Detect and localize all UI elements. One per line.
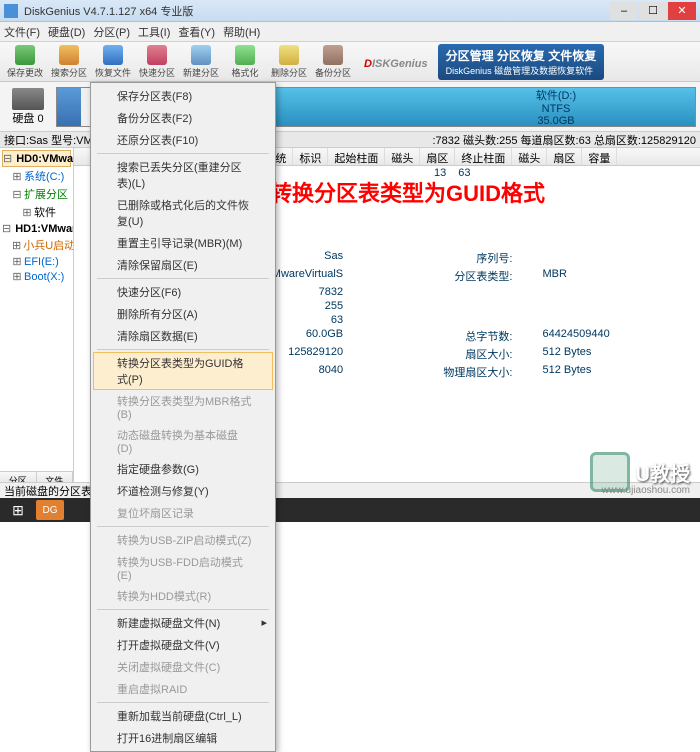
newpart-icon [191, 45, 211, 65]
menu-disk[interactable]: 硬盘(D) [48, 24, 85, 40]
tree-item[interactable]: ⊞Boot(X:) [2, 269, 71, 284]
sidebar: ⊟HD0:VMware, ⊞系统(C:) ⊟扩展分区 ⊞软件 ⊟HD1:VMwa… [0, 148, 74, 488]
menu-item[interactable]: 清除扇区数据(E) [93, 325, 273, 347]
context-menu: 保存分区表(F8)备份分区表(F2)还原分区表(F10) 搜索已丢失分区(重建分区… [90, 82, 276, 752]
watermark: U教授 [590, 452, 690, 492]
menu-item[interactable]: 新建虚拟硬盘文件(N)▸ [93, 612, 273, 634]
menu-partition[interactable]: 分区(P) [93, 24, 130, 40]
backup-icon [323, 45, 343, 65]
menu-item[interactable]: 重新加载当前硬盘(Ctrl_L) [93, 705, 273, 727]
new-partition-button[interactable]: 新建分区 [180, 44, 222, 80]
menu-item[interactable]: 打开虚拟硬盘文件(V) [93, 634, 273, 656]
partition-block-1[interactable] [57, 88, 81, 126]
menu-item: 转换为HDD模式(R) [93, 585, 273, 607]
start-button[interactable]: ⊞ [4, 500, 32, 520]
tree-hd0[interactable]: ⊟HD0:VMware, [2, 150, 71, 167]
tree-item[interactable]: ⊞小兵U启动 [2, 236, 71, 254]
menubar: 文件(F) 硬盘(D) 分区(P) 工具(I) 查看(Y) 帮助(H) [0, 22, 700, 42]
partition-block-3[interactable]: 软件(D:) NTFS 35.0GB [417, 88, 695, 126]
promo-banner: 分区管理 分区恢复 文件恢复 DiskGenius 磁盘管理及数据恢复软件 [438, 44, 605, 80]
search-partition-button[interactable]: 搜索分区 [48, 44, 90, 80]
recover-icon [103, 45, 123, 65]
menu-item[interactable]: 快速分区(F6) [93, 281, 273, 303]
menu-tools[interactable]: 工具(I) [138, 24, 170, 40]
titlebar: DiskGenius V4.7.1.127 x64 专业版 – ☐ ✕ [0, 0, 700, 22]
menu-item[interactable]: 搜索已丢失分区(重建分区表)(L) [93, 156, 273, 194]
menu-item: 复位坏扇区记录 [93, 502, 273, 524]
menu-file[interactable]: 文件(F) [4, 24, 40, 40]
menu-item[interactable]: 清除保留扇区(E) [93, 254, 273, 276]
tree-item[interactable]: ⊞软件 [2, 203, 71, 221]
quickpart-icon [147, 45, 167, 65]
tree-item[interactable]: ⊟扩展分区 [2, 185, 71, 203]
disk-tree: ⊟HD0:VMware, ⊞系统(C:) ⊟扩展分区 ⊞软件 ⊟HD1:VMwa… [0, 148, 73, 471]
menu-item: 转换分区表类型为MBR格式(B) [93, 390, 273, 424]
menu-item: 转换为USB-ZIP启动模式(Z) [93, 529, 273, 551]
window-buttons: – ☐ ✕ [610, 2, 696, 20]
menu-item[interactable]: 备份分区表(F2) [93, 107, 273, 129]
window-title: DiskGenius V4.7.1.127 x64 专业版 [24, 3, 610, 19]
maximize-button[interactable]: ☐ [639, 2, 667, 20]
backup-partition-button[interactable]: 备份分区 [312, 44, 354, 80]
format-button[interactable]: 格式化 [224, 44, 266, 80]
disk-icon-column[interactable]: 硬盘 0 [4, 88, 52, 126]
app-icon [4, 4, 18, 18]
logo-area: DISKGenius 分区管理 分区恢复 文件恢复 DiskGenius 磁盘管… [356, 44, 696, 80]
tree-hd1[interactable]: ⊟HD1:VMware, V [2, 221, 71, 236]
quick-partition-button[interactable]: 快速分区 [136, 44, 178, 80]
watermark-icon [590, 452, 630, 492]
format-icon [235, 45, 255, 65]
search-icon [59, 45, 79, 65]
menu-item[interactable]: 删除所有分区(A) [93, 303, 273, 325]
menu-item[interactable]: 重置主引导记录(MBR)(M) [93, 232, 273, 254]
taskbar-app-diskgenius[interactable]: DG [36, 500, 64, 520]
menu-help[interactable]: 帮助(H) [223, 24, 260, 40]
disk-icon [12, 88, 44, 110]
menu-item[interactable]: 还原分区表(F10) [93, 129, 273, 151]
save-icon [15, 45, 35, 65]
menu-view[interactable]: 查看(Y) [178, 24, 215, 40]
menu-item: 动态磁盘转换为基本磁盘(D) [93, 424, 273, 458]
menu-item: 重启虚拟RAID [93, 678, 273, 700]
menu-item[interactable]: 打开16进制扇区编辑 [93, 727, 273, 749]
menu-item[interactable]: 转换分区表类型为GUID格式(P) [93, 352, 273, 390]
menu-item: 转换为USB-FDD启动模式(E) [93, 551, 273, 585]
delete-icon [279, 45, 299, 65]
delete-partition-button[interactable]: 删除分区 [268, 44, 310, 80]
menu-item[interactable]: 指定硬盘参数(G) [93, 458, 273, 480]
tree-item[interactable]: ⊞系统(C:) [2, 167, 71, 185]
menu-item: 关闭虚拟硬盘文件(C) [93, 656, 273, 678]
menu-item[interactable]: 已删除或格式化后的文件恢复(U) [93, 194, 273, 232]
tree-item[interactable]: ⊞EFI(E:) [2, 254, 71, 269]
logo: DISKGenius [364, 51, 428, 72]
recover-files-button[interactable]: 恢复文件 [92, 44, 134, 80]
save-button[interactable]: 保存更改 [4, 44, 46, 80]
close-button[interactable]: ✕ [668, 2, 696, 20]
menu-item[interactable]: 坏道检测与修复(Y) [93, 480, 273, 502]
minimize-button[interactable]: – [610, 2, 638, 20]
toolbar: 保存更改 搜索分区 恢复文件 快速分区 新建分区 格式化 删除分区 备份分区 D… [0, 42, 700, 82]
menu-item[interactable]: 保存分区表(F8) [93, 85, 273, 107]
